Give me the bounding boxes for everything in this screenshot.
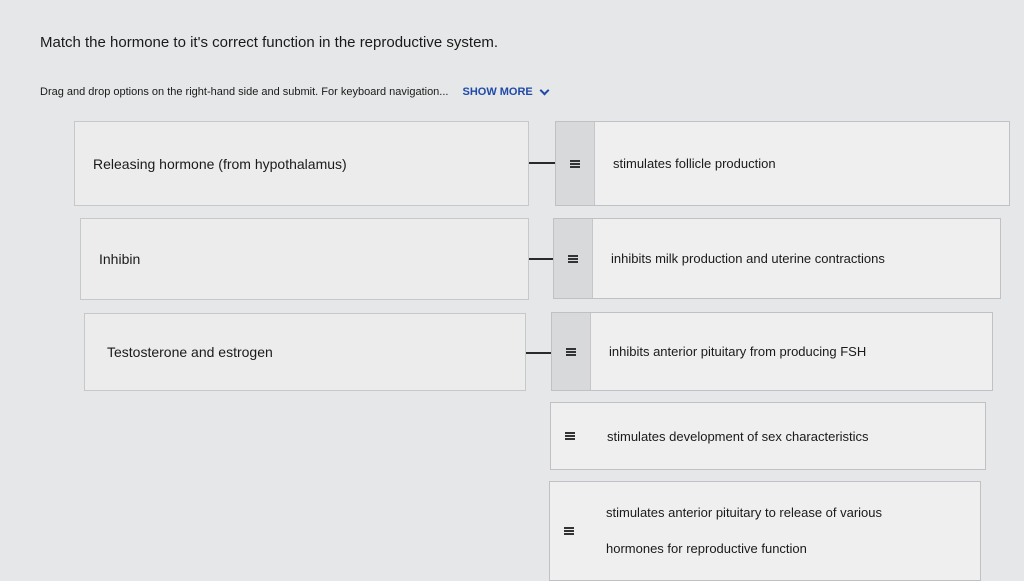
instructions: Drag and drop options on the right-hand … (40, 85, 550, 98)
target-label: Inhibin (99, 251, 141, 267)
drag-handle[interactable] (556, 122, 595, 205)
connector-line (529, 162, 555, 164)
draggable-option-3[interactable]: inhibits anterior pituitary from produci… (551, 312, 993, 391)
drag-handle-icon (565, 432, 575, 440)
connector-line (526, 352, 551, 354)
drag-handle-icon (564, 527, 574, 535)
draggable-option-2[interactable]: inhibits milk production and uterine con… (553, 218, 1001, 299)
show-more-link[interactable]: SHOW MORE (462, 85, 550, 98)
target-box-3[interactable]: Testosterone and estrogen (84, 313, 526, 391)
target-box-1[interactable]: Releasing hormone (from hypothalamus) (74, 121, 529, 206)
target-box-2[interactable]: Inhibin (80, 218, 529, 300)
question-title: Match the hormone to it's correct functi… (40, 34, 499, 51)
drag-handle[interactable] (551, 403, 589, 469)
option-label: stimulates follicle production (613, 156, 776, 171)
target-label: Releasing hormone (from hypothalamus) (93, 155, 347, 172)
option-label: stimulates anterior pituitary to release… (606, 505, 883, 556)
option-label: stimulates development of sex characteri… (607, 428, 869, 444)
option-label: inhibits milk production and uterine con… (611, 251, 885, 266)
connector-line (529, 258, 553, 260)
drag-handle[interactable] (550, 482, 588, 580)
show-more-label: SHOW MORE (462, 86, 533, 98)
option-label: inhibits anterior pituitary from produci… (609, 344, 867, 359)
drag-handle-icon (568, 254, 578, 263)
drag-handle-icon (566, 347, 576, 356)
drag-handle[interactable] (554, 219, 593, 298)
chevron-down-icon (539, 85, 550, 95)
target-label: Testosterone and estrogen (107, 344, 273, 360)
drag-handle-icon (570, 159, 580, 168)
drag-handle[interactable] (552, 313, 591, 390)
draggable-option-1[interactable]: stimulates follicle production (555, 121, 1010, 206)
instructions-text: Drag and drop options on the right-hand … (40, 86, 449, 98)
draggable-option-4[interactable]: stimulates development of sex characteri… (550, 402, 986, 470)
draggable-option-5[interactable]: stimulates anterior pituitary to release… (549, 481, 981, 581)
